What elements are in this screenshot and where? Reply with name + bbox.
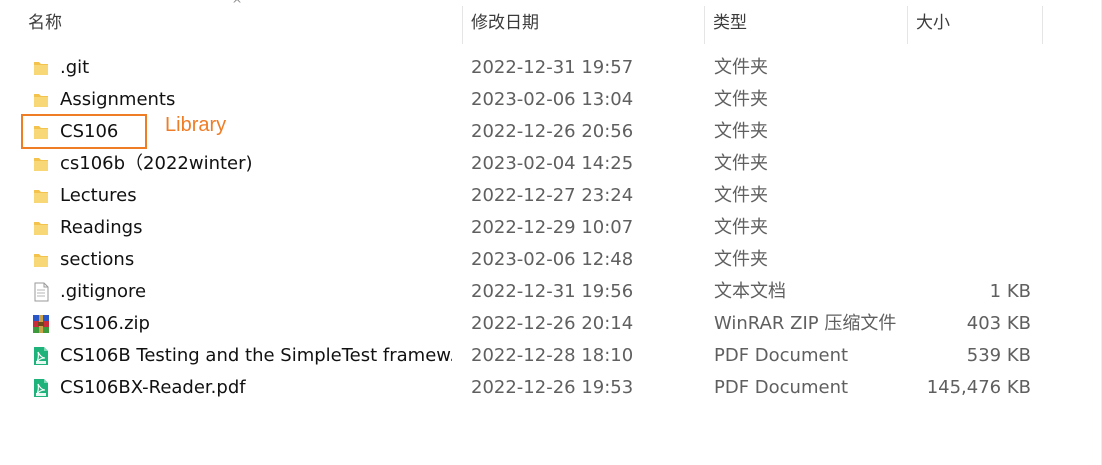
column-header-type[interactable]: 类型 bbox=[705, 0, 908, 44]
column-header-date[interactable]: 修改日期 bbox=[463, 0, 705, 44]
file-row[interactable]: .gitignore 2022-12-31 19:56 文本文档 1 KB bbox=[0, 276, 1102, 308]
file-type: 文件夹 bbox=[714, 57, 768, 78]
file-row[interactable]: CS106BX-Reader.pdf 2022-12-26 19:53 PDF Do… bbox=[0, 372, 1102, 404]
file-size bbox=[908, 212, 1031, 244]
file-size bbox=[908, 180, 1031, 212]
file-row[interactable]: sections 2023-02-06 12:48 文件夹 bbox=[0, 244, 1102, 276]
file-modified-date: 2022-12-31 19:56 bbox=[471, 281, 634, 302]
file-row[interactable]: Readings 2022-12-29 10:07 文件夹 bbox=[0, 212, 1102, 244]
file-size: 403 KB bbox=[966, 313, 1031, 334]
folder-icon bbox=[31, 90, 51, 110]
file-name: CS106B Testing and the SimpleTest framew… bbox=[60, 345, 452, 366]
file-modified-date: 2022-12-27 23:24 bbox=[471, 185, 634, 206]
file-modified-date: 2022-12-26 19:53 bbox=[471, 377, 634, 398]
file-modified-date: 2023-02-06 12:48 bbox=[471, 249, 634, 270]
file-name: CS106.zip bbox=[60, 313, 150, 334]
file-row[interactable]: Lectures 2022-12-27 23:24 文件夹 bbox=[0, 180, 1102, 212]
file-name: Lectures bbox=[60, 185, 137, 206]
file-row[interactable]: .git 2022-12-31 19:57 文件夹 bbox=[0, 52, 1102, 84]
file-type: PDF Document bbox=[714, 345, 849, 366]
file-row[interactable]: CS106B Testing and the SimpleTest framew… bbox=[0, 340, 1102, 372]
folder-icon bbox=[31, 58, 51, 78]
file-size bbox=[908, 116, 1031, 148]
file-size bbox=[908, 84, 1031, 116]
file-size bbox=[908, 244, 1031, 276]
column-divider[interactable] bbox=[1042, 6, 1043, 44]
column-header-size[interactable]: 大小 bbox=[908, 0, 1042, 44]
file-name: .gitignore bbox=[60, 281, 147, 302]
column-header-name[interactable]: 名称 bbox=[20, 0, 463, 44]
file-size: 145,476 KB bbox=[926, 377, 1031, 398]
file-size: 539 KB bbox=[966, 345, 1031, 366]
file-row[interactable]: Assignments 2023-02-06 13:04 文件夹 bbox=[0, 84, 1102, 116]
winrar-icon bbox=[31, 314, 51, 334]
file-type: 文件夹 bbox=[714, 249, 768, 270]
file-type: 文件夹 bbox=[714, 89, 768, 110]
column-header-bar: ^ 名称 修改日期 类型 大小 bbox=[0, 0, 1102, 46]
file-row[interactable]: CS106.zip 2022-12-26 20:14 WinRAR ZIP 压缩文件… bbox=[0, 308, 1102, 340]
folder-icon bbox=[31, 218, 51, 238]
highlight-box bbox=[21, 114, 147, 149]
file-modified-date: 2022-12-28 18:10 bbox=[471, 345, 634, 366]
annotation-label: Library bbox=[165, 114, 227, 136]
file-size bbox=[908, 52, 1031, 84]
file-modified-date: 2022-12-26 20:14 bbox=[471, 313, 634, 334]
file-name: CS106BX-Reader.pdf bbox=[60, 377, 246, 398]
folder-icon bbox=[31, 186, 51, 206]
file-type: 文件夹 bbox=[714, 217, 768, 238]
file-type: 文本文档 bbox=[714, 281, 786, 302]
file-size: 1 KB bbox=[989, 281, 1031, 302]
pdf-icon bbox=[31, 346, 51, 366]
file-name: Readings bbox=[60, 217, 143, 238]
file-modified-date: 2022-12-26 20:56 bbox=[471, 121, 634, 142]
file-size bbox=[908, 148, 1031, 180]
pdf-icon bbox=[31, 378, 51, 398]
file-type: 文件夹 bbox=[714, 185, 768, 206]
file-row[interactable]: cs106b（2022winter) 2023-02-04 14:25 文件夹 bbox=[0, 148, 1102, 180]
file-type: PDF Document bbox=[714, 377, 849, 398]
file-type: 文件夹 bbox=[714, 153, 768, 174]
file-name: .git bbox=[60, 57, 90, 78]
file-modified-date: 2022-12-29 10:07 bbox=[471, 217, 634, 238]
folder-icon bbox=[31, 154, 51, 174]
file-name: cs106b（2022winter) bbox=[60, 153, 253, 174]
file-type: WinRAR ZIP 压缩文件 bbox=[714, 313, 897, 334]
file-type: 文件夹 bbox=[714, 121, 768, 142]
file-name: sections bbox=[60, 249, 135, 270]
text-file-icon bbox=[31, 282, 51, 302]
file-name: Assignments bbox=[60, 89, 176, 110]
folder-icon bbox=[31, 250, 51, 270]
file-modified-date: 2022-12-31 19:57 bbox=[471, 57, 634, 78]
file-modified-date: 2023-02-04 14:25 bbox=[471, 153, 634, 174]
file-modified-date: 2023-02-06 13:04 bbox=[471, 89, 634, 110]
